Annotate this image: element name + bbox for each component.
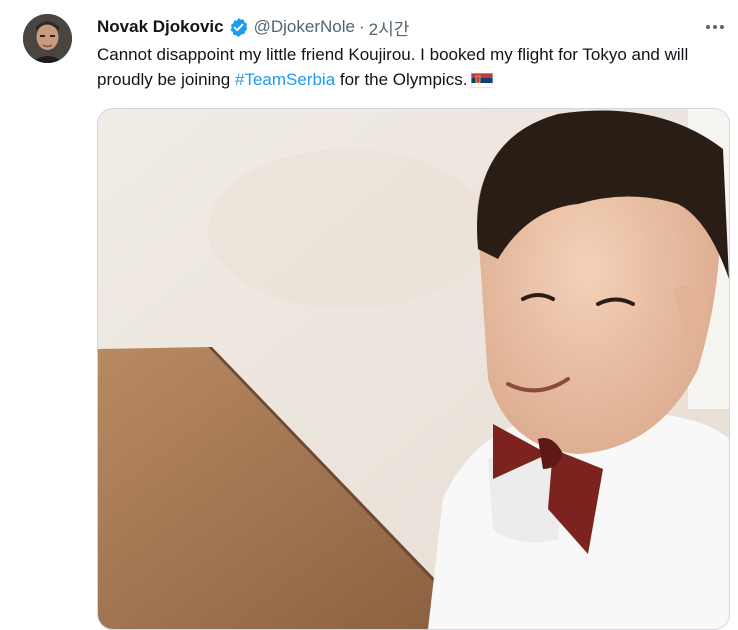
tweet-header: Novak Djokovic @DjokerNole · 2시간 (97, 14, 409, 40)
verified-badge-icon (228, 17, 249, 38)
author-name[interactable]: Novak Djokovic (97, 17, 224, 37)
tweet-text-part-2: for the Olympics. (335, 70, 468, 89)
video-frame (98, 109, 729, 629)
header-separator: · (358, 17, 365, 36)
author-avatar[interactable] (23, 14, 72, 63)
tweet-video[interactable] (97, 108, 730, 630)
hashtag-link[interactable]: #TeamSerbia (235, 70, 335, 89)
more-horizontal-icon[interactable] (702, 14, 728, 40)
avatar-image (23, 14, 72, 63)
tweet-text: Cannot disappoint my little friend Kouji… (97, 42, 733, 95)
serbia-flag-icon (471, 70, 494, 95)
tweet-timestamp[interactable]: 2시간 (369, 15, 410, 40)
author-handle[interactable]: @DjokerNole (254, 17, 355, 37)
